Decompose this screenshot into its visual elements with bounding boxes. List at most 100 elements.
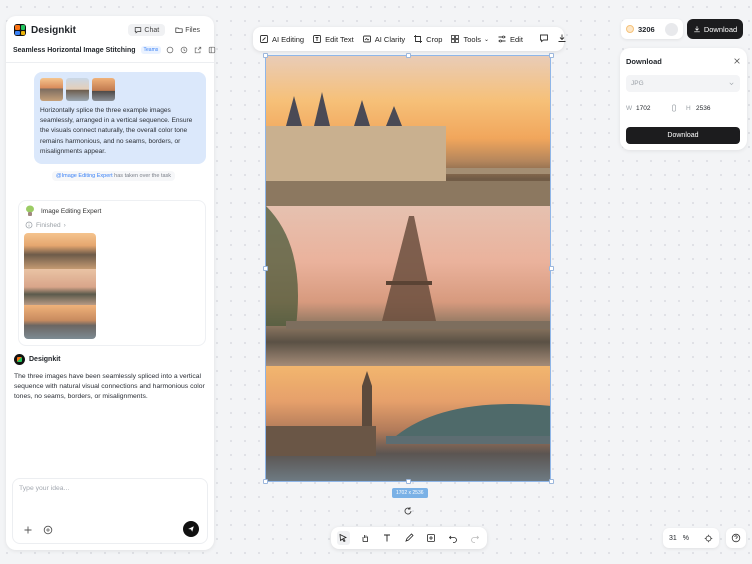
fit-screen-icon[interactable] [704, 534, 713, 543]
ai-editing-button[interactable]: AI Editing [259, 34, 304, 44]
image-toolbar: AI Editing Edit Text AI Clarity Crop Too… [253, 27, 567, 51]
add-box-icon [426, 534, 435, 542]
brand: Designkit [14, 24, 76, 36]
chevron-right-icon: › [63, 221, 66, 229]
prompt-input[interactable]: Type your idea... [19, 485, 69, 492]
chat-title: Seamless Horizontal Image Stitching [13, 46, 136, 54]
expert-card: Image Editing Expert Finished › [18, 200, 206, 346]
reply-text: The three images have been seamlessly sp… [14, 373, 205, 400]
download-panel-title: Download [626, 57, 662, 66]
plus-icon[interactable] [23, 525, 33, 535]
download-icon [694, 26, 700, 33]
model-icon[interactable] [43, 525, 53, 535]
download-icon [558, 34, 566, 42]
send-button[interactable] [183, 521, 199, 537]
panel-download-button[interactable]: Download [626, 127, 740, 144]
example-image-2[interactable] [66, 78, 89, 101]
download-button[interactable]: Download [687, 19, 743, 39]
tools-dropdown[interactable]: Tools ⌄ [450, 34, 489, 44]
add-element-tool[interactable] [424, 531, 437, 545]
ai-clarity-icon [362, 35, 371, 43]
resize-handle-tr[interactable] [549, 53, 554, 58]
undo-button[interactable] [446, 531, 459, 545]
resize-handle-l[interactable] [263, 266, 268, 271]
finished-status[interactable]: Finished › [25, 221, 66, 229]
zoom-unit: % [682, 534, 690, 542]
height-label: H [686, 104, 691, 112]
resize-handle-t[interactable] [406, 53, 411, 58]
help-button[interactable] [726, 528, 746, 548]
edit-text-label: Edit Text [325, 34, 354, 44]
edit-button[interactable]: Edit [497, 34, 523, 44]
text-icon [384, 534, 391, 542]
example-image-1[interactable] [40, 78, 63, 101]
crop-icon [414, 35, 423, 43]
tab-chat[interactable]: Chat [128, 24, 166, 36]
resize-handle-bl[interactable] [263, 479, 268, 484]
crop-label: Crop [426, 34, 443, 44]
width-field[interactable]: 1702 [636, 105, 670, 112]
ai-editing-label: AI Editing [272, 34, 305, 44]
download-panel: Download JPG W 1702 H 2536 Download [620, 48, 747, 150]
reply-author-name: Designkit [29, 356, 61, 363]
brush-icon [405, 533, 414, 542]
user-message-text: Horizontally splice the three example im… [40, 107, 193, 155]
crop-button[interactable]: Crop [413, 34, 442, 44]
redo-icon [470, 535, 479, 543]
ai-editing-icon [260, 35, 268, 43]
brand-name: Designkit [31, 24, 77, 36]
zoom-control[interactable]: 31 % [663, 528, 719, 548]
height-field[interactable]: 2536 [696, 105, 730, 112]
resize-handle-r[interactable] [549, 266, 554, 271]
designkit-logo-icon [14, 24, 26, 36]
left-tabs: Chat Files [128, 24, 206, 36]
resize-handle-tl[interactable] [263, 53, 268, 58]
help-icon [731, 533, 741, 543]
zoom-value[interactable]: 31 [669, 535, 677, 542]
text-tool[interactable] [381, 531, 394, 545]
brush-tool[interactable] [403, 531, 416, 545]
chat-icon [135, 27, 142, 34]
image-segment-eiffel [266, 206, 550, 366]
credits-pill[interactable]: 3206 [621, 19, 683, 39]
link-icon[interactable] [670, 104, 678, 112]
finished-label: Finished [36, 221, 61, 229]
ai-clarity-button[interactable]: AI Clarity [362, 34, 405, 44]
hand-tool[interactable] [359, 531, 372, 545]
prompt-input-box[interactable]: Type your idea... [12, 478, 208, 544]
folder-icon [175, 27, 183, 33]
layout-icon[interactable] [208, 46, 216, 54]
castle-illustration [266, 92, 550, 206]
close-icon[interactable] [733, 57, 741, 65]
toolbar-download-button[interactable] [557, 33, 567, 45]
handover-agent: @Image Editing Expert [56, 173, 113, 179]
undo-icon [448, 535, 457, 543]
chat-header: Seamless Horizontal Image Stitching Team… [13, 46, 216, 54]
canvas-tools [331, 527, 487, 549]
coin-icon [626, 25, 634, 33]
expert-name: Image Editing Expert [41, 207, 102, 215]
redo-button[interactable] [468, 531, 481, 545]
comment-icon[interactable] [166, 46, 174, 54]
history-icon[interactable] [180, 46, 188, 54]
image-segment-bigben [266, 366, 550, 481]
format-select[interactable]: JPG [626, 75, 740, 92]
edit-text-button[interactable]: Edit Text [312, 34, 354, 44]
header-divider [6, 62, 214, 63]
width-label: W [626, 104, 633, 112]
comment-button[interactable] [539, 33, 549, 45]
select-tool[interactable] [337, 531, 350, 545]
avatar[interactable] [665, 22, 678, 36]
share-icon[interactable] [194, 46, 202, 54]
tab-files[interactable]: Files [169, 24, 206, 36]
credits-count: 3206 [638, 24, 655, 34]
sliders-icon [498, 35, 506, 43]
download-button-label: Download [703, 24, 738, 34]
resize-handle-b[interactable] [406, 479, 411, 484]
edit-label: Edit [509, 34, 523, 44]
resize-handle-br[interactable] [549, 479, 554, 484]
canvas-image[interactable] [265, 55, 551, 482]
rotate-icon[interactable] [403, 506, 413, 516]
result-image[interactable] [24, 233, 96, 339]
example-image-3[interactable] [92, 78, 115, 101]
